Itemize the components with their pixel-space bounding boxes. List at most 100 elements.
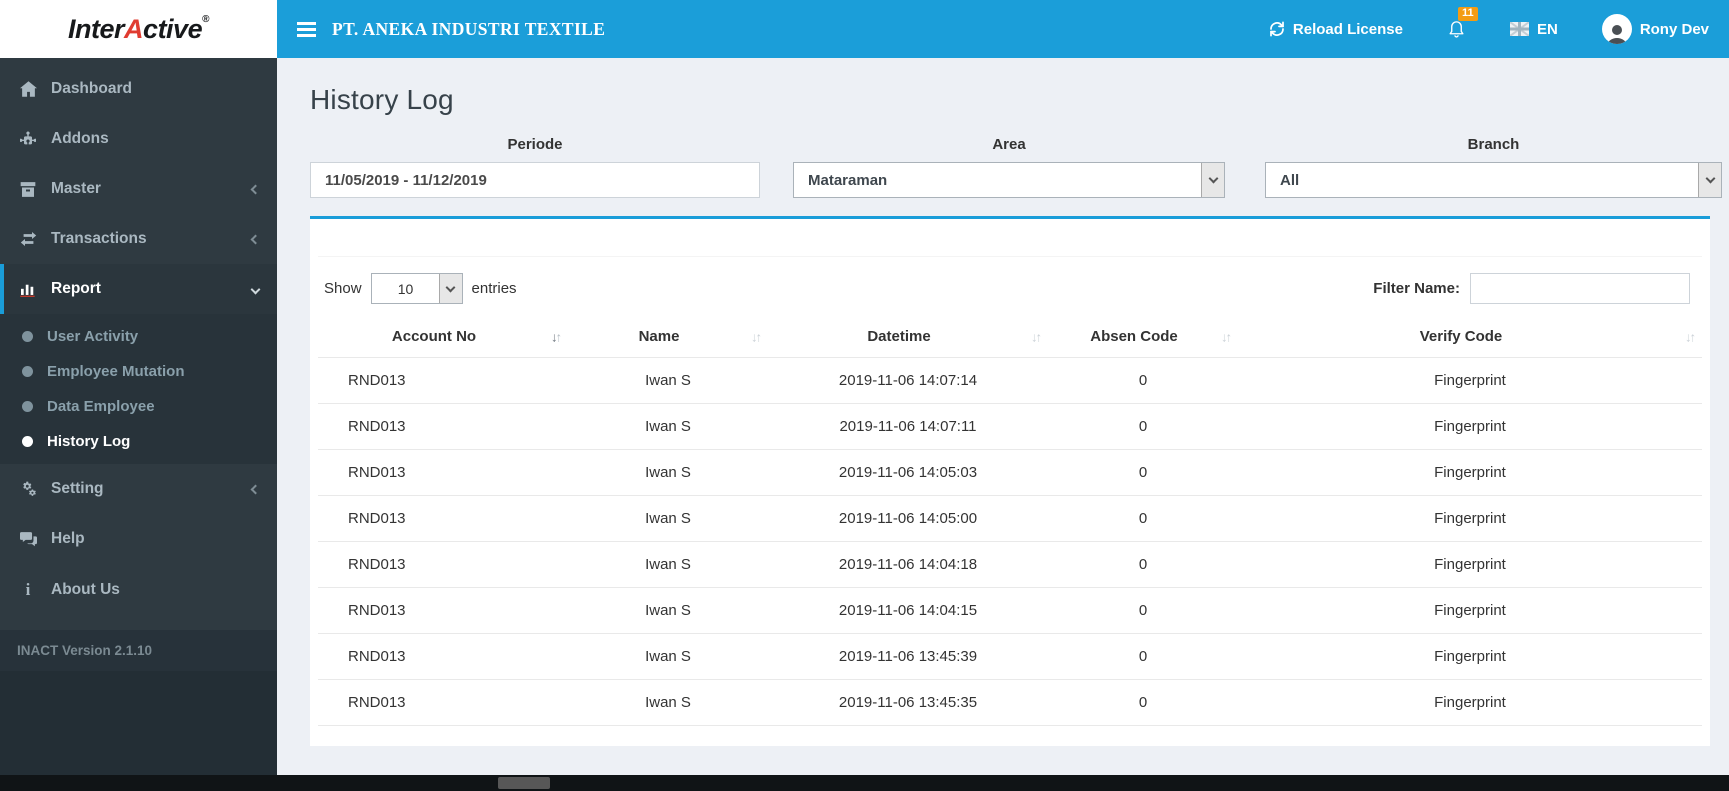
sidebar-item-transactions[interactable]: Transactions [0,214,277,264]
name-filter-control: Filter Name: [1373,273,1696,304]
sort-icon: ↓↑ [751,329,762,344]
sidebar-item-help[interactable]: Help [0,514,277,564]
table-row: RND013 Iwan S 2019-11-06 14:07:14 0 Fingerpr… [318,357,1702,404]
cell-datetime: 2019-11-06 14:05:03 [768,449,1048,496]
table-header-row: Account No ↓↑ Name ↓↑ Datetime ↓↑ Absen Cod… [318,316,1702,358]
horizontal-scrollbar[interactable] [0,775,1729,791]
submenu-item-label: History Log [47,433,131,450]
company-title: PT. ANEKA INDUSTRI TEXTILE [332,18,606,39]
periode-daterange-input[interactable] [310,162,760,198]
column-header-name[interactable]: Name ↓↑ [568,316,768,358]
hamburger-menu-icon[interactable] [297,21,316,37]
chevron-down-icon [1705,173,1715,184]
exchange-arrows-icon [18,232,38,246]
filter-name-input[interactable] [1470,273,1690,304]
column-header-datetime[interactable]: Datetime ↓↑ [768,316,1048,358]
branch-selected-value: All [1280,171,1300,189]
cell-verify-code: Fingerprint [1238,357,1702,404]
column-header-account-no[interactable]: Account No ↓↑ [318,316,568,358]
cell-absen-code: 0 [1048,495,1238,542]
select-arrow-button[interactable] [1698,163,1721,197]
scrollbar-thumb[interactable] [498,777,550,789]
sidebar-item-setting[interactable]: Setting [0,464,277,514]
sidebar-item-about-us[interactable]: i About Us [0,564,277,616]
sort-icon: ↓↑ [551,329,562,344]
branch-label: Branch [1467,136,1520,153]
sidebar-item-master[interactable]: Master [0,164,277,214]
filter-bar: Periode Area Mataraman Branch All [310,136,1722,198]
cell-absen-code: 0 [1048,449,1238,496]
bullet-icon [22,366,33,377]
cell-absen-code: 0 [1048,357,1238,404]
page-length-value: 10 [397,280,414,297]
puzzle-icon [18,131,38,147]
column-label: Verify Code [1419,328,1503,345]
navbar-right: Reload License 11 EN Rony Dev [1269,7,1709,44]
logo-part-1: Inter [68,13,125,44]
submenu-item-employee-mutation[interactable]: Employee Mutation [0,354,277,389]
gears-icon [18,481,38,497]
language-selector[interactable]: EN [1509,20,1558,38]
history-log-panel: Show 10 entries Filter Name: Account No [310,216,1710,746]
page-length-select[interactable]: 10 [370,273,463,304]
cell-account-no: RND013 [318,403,568,450]
sidebar-item-report[interactable]: Report [0,264,277,314]
table-row: RND013 Iwan S 2019-11-06 14:04:18 0 Fingerpr… [318,541,1702,588]
user-menu[interactable]: Rony Dev [1601,14,1709,44]
cell-name: Iwan S [568,679,768,726]
sidebar-item-label: Dashboard [51,80,132,97]
cell-verify-code: Fingerprint [1238,403,1702,450]
table-row: RND013 Iwan S 2019-11-06 14:04:15 0 Fingerpr… [318,587,1702,634]
sidebar-item-addons[interactable]: Addons [0,114,277,164]
app-logo: InterActive® [0,0,277,58]
sidebar-item-dashboard[interactable]: Dashboard [0,64,277,114]
reload-license-button[interactable]: Reload License [1269,21,1403,38]
submenu-item-data-employee[interactable]: Data Employee [0,389,277,424]
cell-name: Iwan S [568,587,768,634]
panel-header [318,219,1702,257]
cell-name: Iwan S [568,403,768,450]
cell-name: Iwan S [568,495,768,542]
table-row: RND013 Iwan S 2019-11-06 14:07:11 0 Fingerpr… [318,403,1702,450]
sidebar-item-label: Setting [51,480,104,497]
select-arrow-button[interactable] [438,274,462,303]
column-label: Absen Code [1090,328,1178,345]
cell-name: Iwan S [568,633,768,680]
cell-verify-code: Fingerprint [1238,679,1702,726]
app-window: InterActive® Dashboard Addons Master Tra… [0,0,1729,791]
cell-datetime: 2019-11-06 14:04:15 [768,587,1048,634]
submenu-item-history-log[interactable]: History Log [0,424,277,459]
cell-absen-code: 0 [1048,679,1238,726]
sidebar-item-label: Addons [51,130,109,147]
column-header-absen-code[interactable]: Absen Code ↓↑ [1048,316,1238,358]
logo-part-red-a: A [124,13,144,44]
user-avatar [1601,14,1632,44]
column-header-verify-code[interactable]: Verify Code ↓↑ [1238,316,1702,358]
sidebar-item-label: Transactions [51,230,147,247]
app-version-label: INACT Version 2.1.10 [0,630,277,671]
cell-account-no: RND013 [318,495,568,542]
sort-icon: ↓↑ [1031,329,1042,344]
sort-icon: ↓↑ [1685,329,1696,344]
bullet-icon [22,331,33,342]
area-select[interactable]: Mataraman [793,162,1225,198]
comments-icon [18,531,38,547]
branch-select[interactable]: All [1265,162,1722,198]
bell-icon [1447,19,1466,39]
archive-box-icon [18,181,38,197]
language-label: EN [1536,20,1558,38]
home-icon [18,81,38,97]
cell-account-no: RND013 [318,679,568,726]
flag-icon [1509,22,1529,36]
cell-datetime: 2019-11-06 14:07:11 [768,403,1048,450]
notifications-button[interactable]: 11 [1447,7,1478,39]
cell-datetime: 2019-11-06 13:45:39 [768,633,1048,680]
reload-license-label: Reload License [1292,20,1403,38]
interactive-logo: InterActive® [68,14,209,45]
select-arrow-button[interactable] [1201,163,1224,197]
submenu-item-user-activity[interactable]: User Activity [0,319,277,354]
sidebar-item-label: Master [51,180,101,197]
table-row: RND013 Iwan S 2019-11-06 14:05:03 0 Fingerpr… [318,449,1702,496]
cell-datetime: 2019-11-06 14:04:18 [768,541,1048,588]
refresh-icon [1269,21,1285,37]
